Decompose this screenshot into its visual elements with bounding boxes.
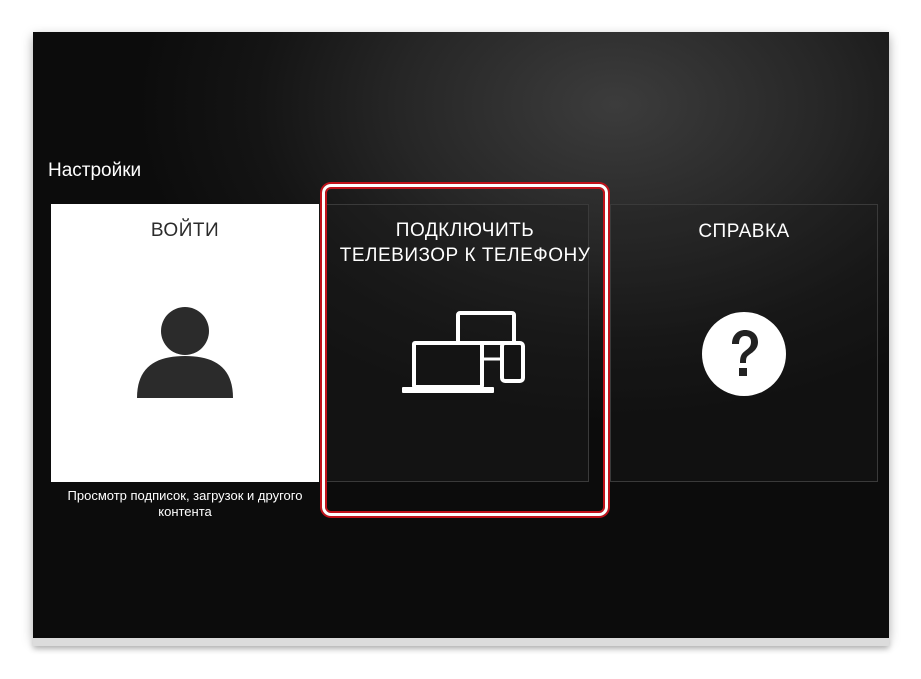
help-tile-label: СПРАВКА	[698, 221, 790, 242]
connect-tile-label-line1: ПОДКЛЮЧИТЬ	[395, 220, 535, 241]
signin-tile[interactable]: ВОЙТИ	[51, 204, 319, 482]
connect-tile-label: ПОДКЛЮЧИТЬ ТЕЛЕВИЗОР К ТЕЛЕФОНУ	[325, 218, 605, 268]
help-icon	[702, 312, 786, 396]
signin-tile-label: ВОЙТИ	[150, 220, 220, 241]
page-title: Настройки	[48, 160, 142, 181]
connect-tv-tile[interactable]: ПОДКЛЮЧИТЬ ТЕЛЕВИЗОР К ТЕЛЕФОНУ	[322, 184, 608, 516]
person-icon	[137, 307, 233, 398]
tv-settings-screen: Настройки ВОЙТИ Просмотр подписок, загру…	[33, 32, 889, 638]
signin-description: Просмотр подписок, загрузок и другого ко…	[67, 488, 303, 519]
help-tile[interactable]: СПРАВКА	[610, 204, 878, 482]
devices-icon	[402, 311, 525, 393]
connect-tile-label-line2: ТЕЛЕВИЗОР К ТЕЛЕФОНУ	[339, 245, 591, 266]
bottom-edge	[33, 638, 889, 646]
